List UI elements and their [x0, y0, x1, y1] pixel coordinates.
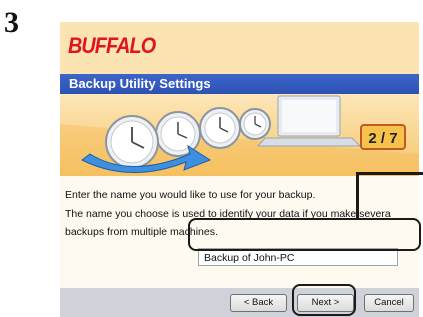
title-bar: Backup Utility Settings: [60, 74, 419, 94]
cancel-button[interactable]: Cancel: [364, 294, 414, 312]
next-button-callout: [292, 284, 356, 316]
step-number: 3: [4, 6, 19, 39]
window-title: Backup Utility Settings: [69, 76, 211, 91]
buffalo-logo: BUFFALO: [68, 33, 156, 58]
back-button[interactable]: < Back: [230, 294, 287, 312]
description-line: Enter the name you would like to use for…: [65, 189, 316, 201]
backup-utility-window: BUFFALO Backup Utility Settings 2 / 7 En…: [60, 22, 419, 317]
button-bar: < Back Next > Cancel: [60, 288, 419, 317]
name-field-callout: [188, 218, 421, 251]
step-indicator: 2 / 7: [360, 124, 406, 150]
callout-leader-horizontal: [356, 172, 423, 175]
laptop-icon: [256, 95, 362, 147]
header-banner: 2 / 7: [60, 94, 419, 176]
callout-leader-vertical: [356, 172, 359, 219]
